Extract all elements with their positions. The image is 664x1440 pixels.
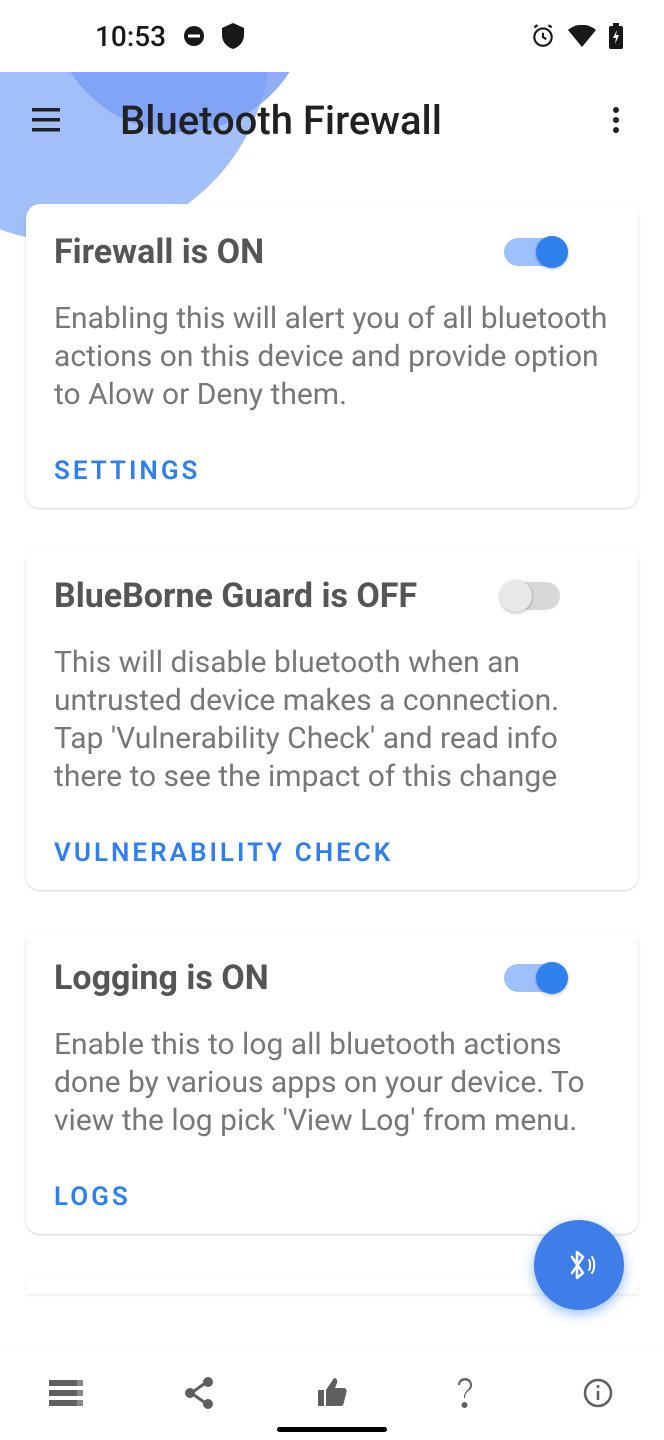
bluetooth-broadcast-icon (559, 1245, 599, 1285)
share-icon (184, 1377, 214, 1409)
privacy-shield-icon (222, 23, 244, 49)
bottom-nav (0, 1344, 664, 1440)
card-blueborne-title: BlueBorne Guard is OFF (54, 576, 417, 616)
more-button[interactable] (592, 96, 640, 144)
blueborne-toggle[interactable] (504, 582, 560, 610)
card-logging: Logging is ON Enable this to log all blu… (26, 930, 638, 1234)
wifi-icon (568, 25, 596, 47)
card-firewall: Firewall is ON Enabling this will alert … (26, 204, 638, 508)
card-logging-desc: Enable this to log all bluetooth actions… (54, 1026, 610, 1140)
status-left: 10:53 (95, 20, 244, 53)
card-logging-title: Logging is ON (54, 958, 269, 998)
list-icon (49, 1380, 83, 1406)
menu-button[interactable] (24, 96, 72, 144)
battery-icon (608, 23, 624, 49)
status-time: 10:53 (95, 20, 166, 53)
nav-like-button[interactable] (308, 1369, 356, 1417)
logging-toggle[interactable] (504, 964, 560, 992)
status-right (530, 23, 624, 49)
hamburger-icon (32, 108, 64, 132)
alarm-icon (530, 23, 556, 49)
info-icon (583, 1378, 613, 1408)
settings-link[interactable]: SETTINGS (54, 456, 200, 486)
card-firewall-desc: Enabling this will alert you of all blue… (54, 300, 610, 414)
more-vert-icon (612, 106, 620, 134)
firewall-toggle[interactable] (504, 238, 560, 266)
card-firewall-title: Firewall is ON (54, 232, 264, 272)
card-blueborne: BlueBorne Guard is OFF This will disable… (26, 548, 638, 890)
nav-info-button[interactable] (574, 1369, 622, 1417)
dnd-icon (182, 24, 206, 48)
card-blueborne-desc: This will disable bluetooth when an untr… (54, 644, 610, 796)
question-icon (455, 1377, 475, 1409)
app-bar: Bluetooth Firewall (0, 72, 664, 168)
content-scroll[interactable]: Firewall is ON Enabling this will alert … (0, 168, 664, 1344)
logs-link[interactable]: LOGS (54, 1182, 131, 1212)
thumbs-up-icon (316, 1378, 348, 1408)
nav-list-button[interactable] (42, 1369, 90, 1417)
status-bar: 10:53 (0, 0, 664, 72)
nav-help-button[interactable] (441, 1369, 489, 1417)
bluetooth-fab[interactable] (534, 1220, 624, 1310)
app-title: Bluetooth Firewall (120, 97, 442, 144)
nav-handle[interactable] (277, 1427, 387, 1432)
nav-share-button[interactable] (175, 1369, 223, 1417)
vulnerability-check-link[interactable]: VULNERABILITY CHECK (54, 838, 393, 868)
